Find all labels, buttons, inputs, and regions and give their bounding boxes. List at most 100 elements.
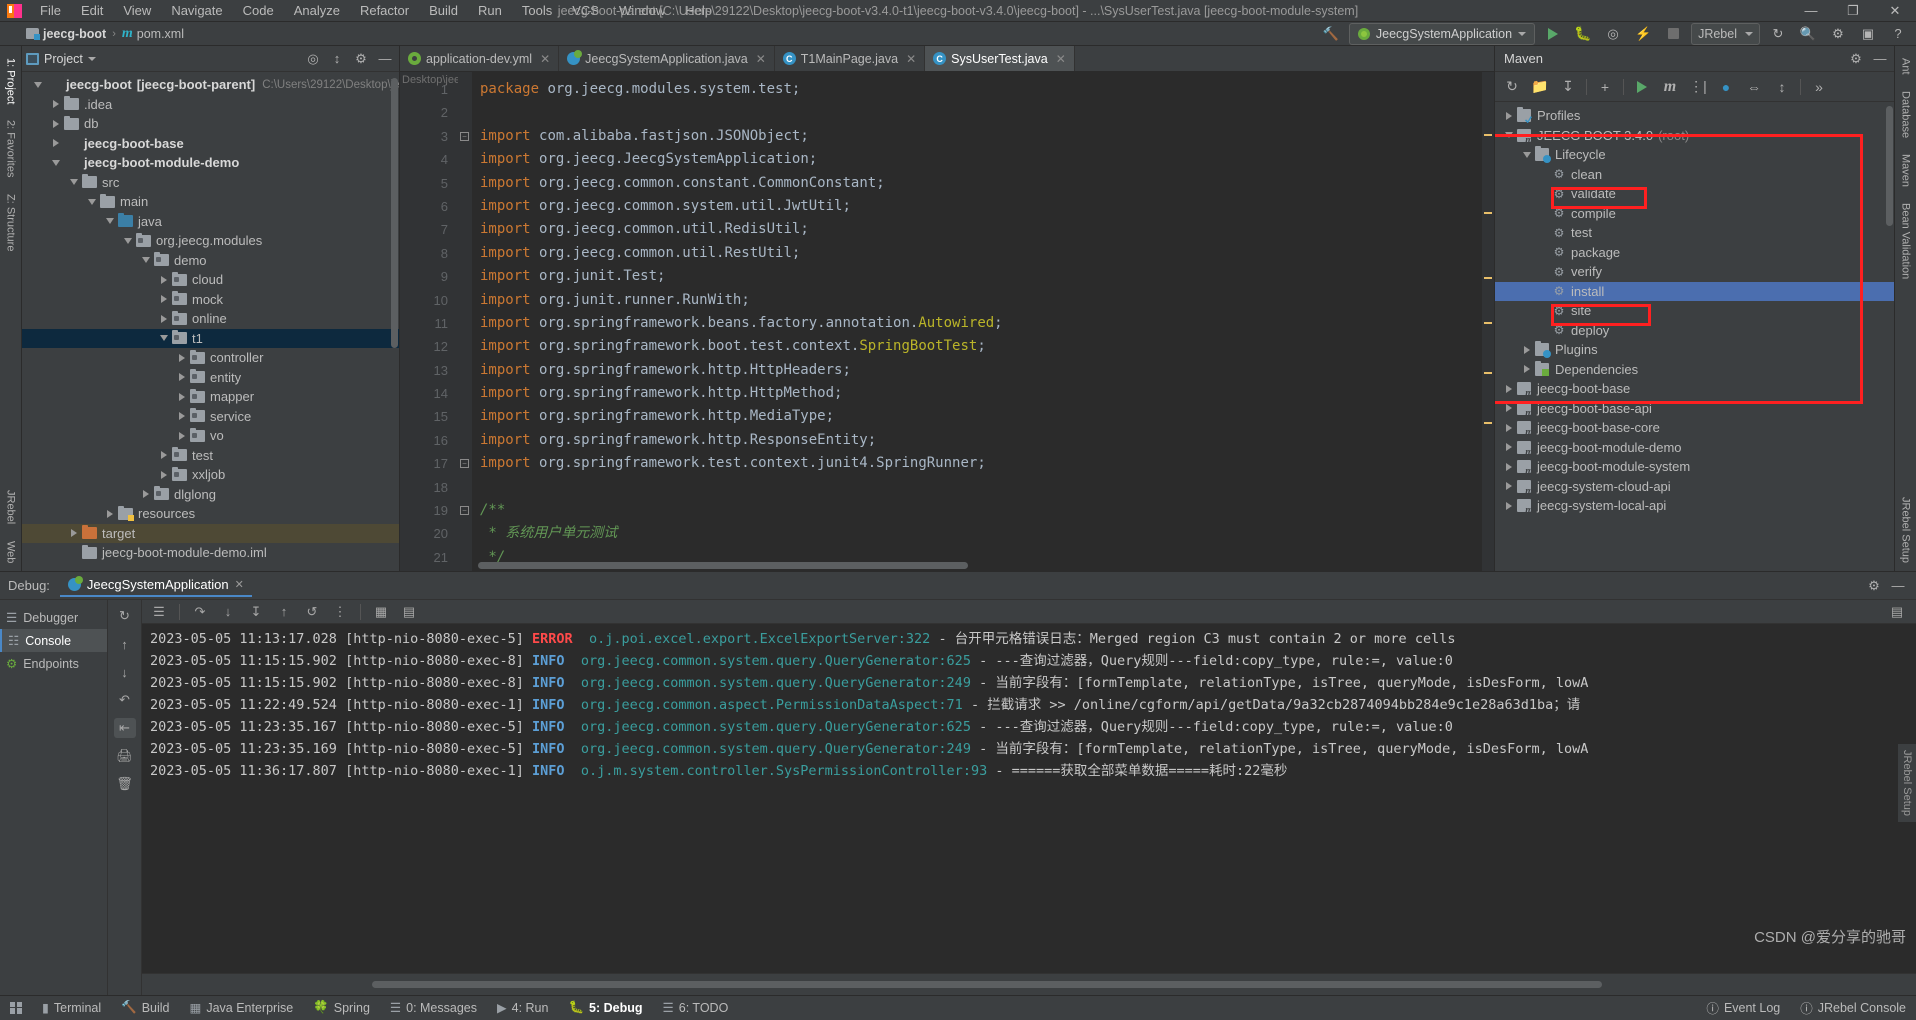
maven-tree-row[interactable]: jeecg-boot-base-api [1495,399,1894,419]
layout-icon[interactable]: ☰ [148,602,170,622]
execute-icon[interactable]: ● [1713,75,1739,99]
menu-item-file[interactable]: File [30,1,71,20]
run-icon[interactable] [1629,75,1655,99]
minimize-button[interactable]: — [1790,0,1832,22]
twisty-collapsed-icon[interactable] [174,392,190,401]
menu-item-view[interactable]: View [113,1,161,20]
twisty-collapsed-icon[interactable] [1501,423,1517,432]
project-tree-row[interactable]: resources [22,504,399,524]
locate-icon[interactable]: ◎ [303,49,323,69]
force-step-into-icon[interactable]: ↧ [245,602,267,622]
project-tree-row[interactable]: t1 [22,328,399,348]
status-bar-5--debug[interactable]: 🐛 5: Debug [558,996,652,1020]
maven-tree-row[interactable]: jeecg-system-cloud-api [1495,477,1894,497]
run-to-cursor-icon[interactable]: ↺ [301,602,323,622]
print-icon[interactable]: 🖨 [114,746,136,766]
twisty-collapsed-icon[interactable] [156,275,172,284]
code-fold-icon[interactable]: − [460,131,469,141]
twisty-collapsed-icon[interactable] [102,509,118,518]
project-tree-row[interactable]: test [22,446,399,466]
code-line[interactable]: import org.springframework.test.context.… [480,452,1494,475]
add-folder-icon[interactable]: 📁 [1527,75,1553,99]
gear-icon[interactable]: ⚙ [1864,576,1884,596]
project-tree-row[interactable]: .idea [22,95,399,115]
code-editor[interactable]: Desktop\jeec 1 2 3 4 5 6 7 8 9 10 11 12 13 14 15 16 17 18 1… [400,72,1494,571]
code-line[interactable]: import org.jeecg.common.constant.CommonC… [480,172,1494,195]
code-line[interactable] [480,101,1494,124]
editor-fold-column[interactable]: − − − [458,72,472,571]
project-tree-row[interactable]: jeecg-boot-base [22,134,399,154]
download-sources-icon[interactable]: ↧ [1555,75,1581,99]
toggle-skip-tests-icon[interactable]: ⋮| [1685,75,1711,99]
breadcrumb-project[interactable]: jeecg-boot [26,27,106,41]
status-bar-jrebel-console[interactable]: ⓘ JRebel Console [1790,996,1916,1020]
jrebel-selector[interactable]: JRebel [1691,22,1760,45]
grid-icon[interactable]: ▤ [398,602,420,622]
project-tree-row[interactable]: mock [22,290,399,310]
tool-rail-jrebel[interactable]: JRebel [5,482,17,532]
editor-horizontal-scrollbar[interactable] [478,562,968,569]
tool-rail-2--favorites[interactable]: 2: Favorites [5,112,17,185]
tool-rail-maven[interactable]: Maven [1900,146,1912,195]
tool-rail-z--structure[interactable]: Z: Structure [5,186,17,259]
twisty-expanded-icon[interactable] [30,81,46,88]
maven-tree-row[interactable]: ⚙ clean [1495,165,1894,185]
project-tree-row[interactable]: online [22,309,399,329]
twisty-expanded-icon[interactable] [102,218,118,225]
menu-item-tools[interactable]: Tools [512,1,562,20]
project-tree-row[interactable]: dlglong [22,485,399,505]
update-button[interactable]: ↻ [1766,23,1790,45]
project-tree-row[interactable]: service [22,407,399,427]
code-fold-icon[interactable]: − [460,506,469,516]
clear-all-icon[interactable]: 🗑 [114,774,136,794]
hide-icon[interactable]: — [375,49,395,69]
twisty-collapsed-icon[interactable] [48,139,64,148]
maven-tree-row[interactable]: jeecg-boot-base [1495,379,1894,399]
step-over-icon[interactable]: ↷ [189,602,211,622]
twisty-collapsed-icon[interactable] [1501,482,1517,491]
twisty-collapsed-icon[interactable] [174,353,190,362]
project-tree-row[interactable]: xxljob [22,465,399,485]
status-bar-terminal[interactable]: ▮ Terminal [32,996,111,1020]
code-line[interactable]: import org.jeecg.common.util.RedisUtil; [480,218,1494,241]
project-tree-row[interactable]: jeecg-boot-module-demo [22,153,399,173]
status-bar-0--messages[interactable]: ☰ 0: Messages [380,996,487,1020]
menu-item-analyze[interactable]: Analyze [284,1,350,20]
editor-tab-jeecgsystemapplication-java[interactable]: JeecgSystemApplication.java ✕ [559,46,775,71]
maven-tree-row[interactable]: jeecg-boot-base-core [1495,418,1894,438]
reload-icon[interactable]: ↻ [1499,75,1525,99]
code-line[interactable]: import com.alibaba.fastjson.JSONObject; [480,125,1494,148]
gear-icon[interactable]: ⚙ [351,49,371,69]
step-out-icon[interactable]: ↑ [273,602,295,622]
project-tree-row[interactable]: jeecg-boot [jeecg-boot-parent] C:\Users\29… [22,75,399,95]
breadcrumb-file[interactable]: m pom.xml [122,26,184,42]
profiler-button[interactable]: ⚡ [1631,23,1655,45]
maximize-button[interactable]: ❐ [1832,0,1874,22]
step-into-icon[interactable]: ↓ [217,602,239,622]
maven-tree-row[interactable]: ⚙ site [1495,301,1894,321]
hide-icon[interactable]: — [1888,576,1908,596]
twisty-collapsed-icon[interactable] [1501,384,1517,393]
maven-tree-row[interactable]: Dependencies [1495,360,1894,380]
code-line[interactable]: import org.springframework.beans.factory… [480,312,1494,335]
close-button[interactable]: ✕ [1874,0,1916,22]
close-icon[interactable]: ✕ [756,52,766,66]
twisty-expanded-icon[interactable] [1519,151,1535,158]
stop-button[interactable] [1661,23,1685,45]
soft-wrap-icon[interactable]: ↶ [114,690,136,710]
search-icon[interactable]: 🔍 [1796,23,1820,45]
close-icon[interactable]: ✕ [540,52,550,66]
code-line[interactable]: import org.springframework.boot.test.con… [480,335,1494,358]
twisty-collapsed-icon[interactable] [156,295,172,304]
maven-goal-icon[interactable]: m [1657,75,1683,99]
code-line[interactable]: /** [480,499,1494,522]
maven-tree-row[interactable]: ⚙ compile [1495,204,1894,224]
project-tree-row[interactable]: mapper [22,387,399,407]
debug-session-tab[interactable]: JeecgSystemApplication ✕ [59,574,252,597]
status-bar-6--todo[interactable]: ☰ 6: TODO [653,996,739,1020]
project-tree-row[interactable]: demo [22,251,399,271]
collapse-all-icon[interactable]: ↕ [327,49,347,69]
editor-tab-sysusertest-java[interactable]: C SysUserTest.java ✕ [925,46,1075,71]
code-line[interactable]: import org.junit.Test; [480,265,1494,288]
menu-item-refactor[interactable]: Refactor [350,1,419,20]
